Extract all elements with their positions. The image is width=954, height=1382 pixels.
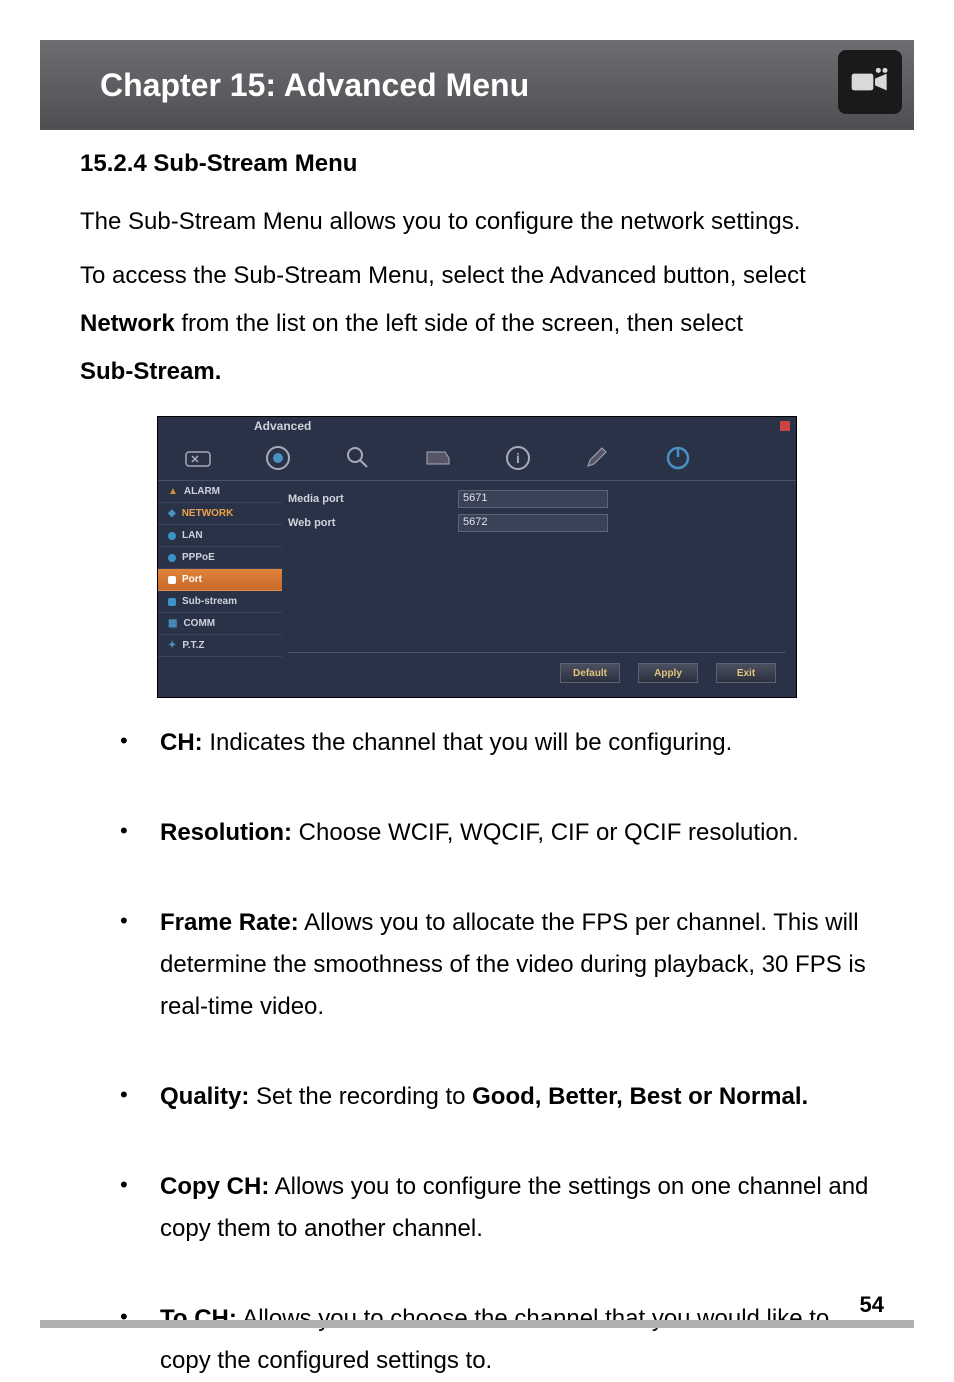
sidebar-item-port[interactable]: Port — [158, 569, 282, 591]
sidebar-item-lan[interactable]: LAN — [158, 525, 282, 547]
p2-bold-network: Network — [80, 310, 175, 337]
intro-paragraph-1: The Sub-Stream Menu allows you to config… — [80, 198, 874, 246]
list-item-ch: CH: Indicates the channel that you will … — [120, 722, 874, 764]
feature-list: CH: Indicates the channel that you will … — [80, 722, 874, 1382]
record-icon[interactable] — [258, 438, 298, 478]
copych-label: Copy CH: — [160, 1173, 269, 1200]
sidebar-item-alarm[interactable]: ▲ ALARM — [158, 481, 282, 503]
resolution-text: Choose WCIF, WQCIF, CIF or QCIF resoluti… — [292, 819, 799, 846]
chapter-title: Chapter 15: Advanced Menu — [100, 67, 529, 104]
quality-text-bold: Good, Better, Best or Normal. — [472, 1083, 808, 1110]
bullet-icon — [168, 554, 176, 562]
p2-text-2: from the list on the left side of the sc… — [175, 310, 743, 337]
svg-text:i: i — [516, 450, 520, 466]
window-title: Advanced — [254, 419, 311, 433]
bullet-icon — [168, 598, 176, 606]
toch-text: Allows you to choose the channel that yo… — [160, 1305, 829, 1374]
sidebar-item-comm[interactable]: ▦ COMM — [158, 613, 282, 635]
sidebar-label-pppoe: PPPoE — [182, 552, 215, 563]
page-content: 15.2.4 Sub-Stream Menu The Sub-Stream Me… — [80, 150, 874, 1382]
framerate-label: Frame Rate: — [160, 909, 299, 936]
p2-text-1: To access the Sub-Stream Menu, select th… — [80, 262, 806, 289]
page-number: 54 — [860, 1292, 884, 1318]
button-row: Default Apply Exit — [288, 652, 786, 683]
bullet-icon — [168, 532, 176, 540]
sidebar-label-alarm: ALARM — [184, 486, 220, 497]
intro-paragraph-2: To access the Sub-Stream Menu, select th… — [80, 252, 874, 396]
sidebar-label-ptz: P.T.Z — [182, 640, 204, 651]
video-camera-icon — [838, 50, 902, 114]
ch-label: CH: — [160, 729, 203, 756]
ptz-icon: ✦ — [168, 640, 176, 651]
apply-button[interactable]: Apply — [638, 663, 698, 683]
section-heading: 15.2.4 Sub-Stream Menu — [80, 150, 874, 178]
quality-label: Quality: — [160, 1083, 249, 1110]
media-port-field[interactable]: 5671 — [458, 490, 608, 508]
sidebar-item-ptz[interactable]: ✦ P.T.Z — [158, 635, 282, 657]
toolbar: i — [158, 435, 796, 481]
chapter-header: Chapter 15: Advanced Menu — [40, 40, 914, 130]
power-icon[interactable] — [658, 438, 698, 478]
sidebar-label-substream: Sub-stream — [182, 596, 237, 607]
p2-bold-substream: Sub-Stream. — [80, 358, 221, 385]
web-port-row: Web port 5672 — [288, 511, 786, 535]
footer-divider — [40, 1320, 914, 1328]
sidebar-item-pppoe[interactable]: PPPoE — [158, 547, 282, 569]
sidebar-label-lan: LAN — [182, 530, 203, 541]
alarm-icon: ▲ — [168, 486, 178, 497]
web-port-field[interactable]: 5672 — [458, 514, 608, 532]
close-icon[interactable] — [780, 421, 790, 431]
web-port-label: Web port — [288, 517, 458, 529]
sidebar-item-network[interactable]: ◆ NETWORK — [158, 503, 282, 525]
dvr-screenshot: Advanced i ▲ ALARM ◆ NETWORK LAN PPPoE Por… — [157, 416, 797, 698]
media-port-row: Media port 5671 — [288, 487, 786, 511]
search-icon[interactable] — [338, 438, 378, 478]
exit-button[interactable]: Exit — [716, 663, 776, 683]
list-item-copych: Copy CH: Allows you to configure the set… — [120, 1166, 874, 1250]
sidebar-label-network: NETWORK — [182, 508, 234, 519]
settings-panel: Media port 5671 Web port 5672 — [288, 487, 786, 535]
quality-text-pre: Set the recording to — [249, 1083, 472, 1110]
default-button[interactable]: Default — [560, 663, 620, 683]
network-icon: ◆ — [168, 508, 176, 519]
ch-text: Indicates the channel that you will be c… — [203, 729, 733, 756]
media-port-label: Media port — [288, 493, 458, 505]
list-item-toch: To CH: Allows you to choose the channel … — [120, 1298, 874, 1382]
sidebar-label-comm: COMM — [183, 618, 215, 629]
tools-icon[interactable] — [178, 438, 218, 478]
manual-page: Chapter 15: Advanced Menu 15.2.4 Sub-Str… — [0, 0, 954, 1352]
list-item-resolution: Resolution: Choose WCIF, WQCIF, CIF or Q… — [120, 812, 874, 854]
info-icon[interactable]: i — [498, 438, 538, 478]
comm-icon: ▦ — [168, 618, 177, 629]
sidebar-label-port: Port — [182, 574, 202, 585]
list-item-framerate: Frame Rate: Allows you to allocate the F… — [120, 902, 874, 1028]
bullet-icon — [168, 576, 176, 584]
list-item-quality: Quality: Set the recording to Good, Bett… — [120, 1076, 874, 1118]
brush-icon[interactable] — [578, 438, 618, 478]
hdd-icon[interactable] — [418, 438, 458, 478]
sidebar: ▲ ALARM ◆ NETWORK LAN PPPoE Port Sub-strea… — [158, 481, 282, 657]
resolution-label: Resolution: — [160, 819, 292, 846]
sidebar-item-substream[interactable]: Sub-stream — [158, 591, 282, 613]
